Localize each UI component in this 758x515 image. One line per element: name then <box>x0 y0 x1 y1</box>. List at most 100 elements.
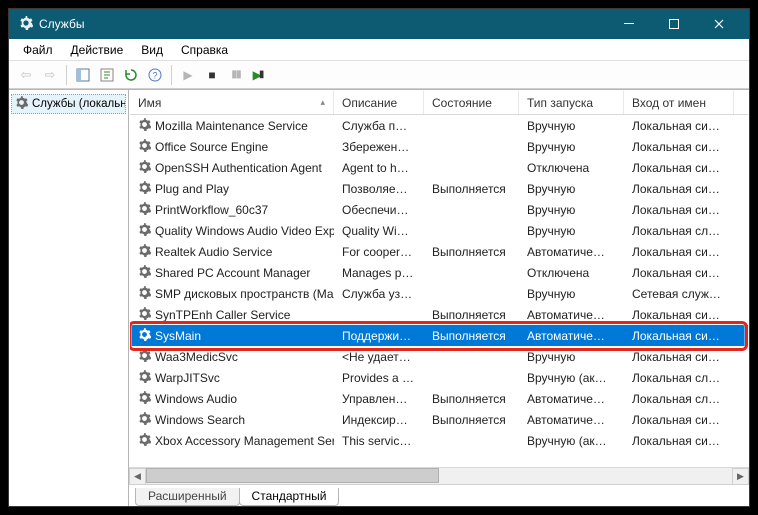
service-logon: Локальная сл… <box>624 371 734 385</box>
start-service-button[interactable]: ▶ <box>177 64 199 86</box>
service-row[interactable]: Plug and PlayПозволяе…ВыполняетсяВручную… <box>130 178 748 199</box>
service-logon: Локальная си… <box>624 350 734 364</box>
service-row[interactable]: Waa3MedicSvc <Не удает… ВручнуюЛокальная с… <box>130 346 748 367</box>
stop-service-button[interactable]: ■ <box>201 64 223 86</box>
show-hide-button[interactable] <box>72 64 94 86</box>
services-window: Службы Файл Действие Вид Справка ⇦ ⇨ ? ▶… <box>8 8 750 507</box>
sidebar: Службы (локальн <box>9 90 129 506</box>
service-name: Plug and Play <box>155 182 229 196</box>
restart-service-button[interactable]: ▶▮ <box>249 64 271 86</box>
service-description: Quality Wi… <box>334 224 424 238</box>
scroll-thumb[interactable] <box>146 468 439 483</box>
back-button[interactable]: ⇦ <box>15 64 37 86</box>
titlebar[interactable]: Службы <box>9 9 749 39</box>
column-logon[interactable]: Вход от имен <box>624 91 734 114</box>
service-row[interactable]: PrintWorkflow_60c37Обеспечи…ВручнуюЛокал… <box>130 199 748 220</box>
service-row[interactable]: Quality Windows Audio Video Experien…Qua… <box>130 220 748 241</box>
service-row[interactable]: OpenSSH Authentication AgentAgent to h…О… <box>130 157 748 178</box>
main-area: Службы (локальн Имя Описание Состояние Т… <box>9 89 749 506</box>
service-name: Windows Audio <box>155 392 237 406</box>
service-description: Служба п… <box>334 119 424 133</box>
forward-button[interactable]: ⇨ <box>39 64 61 86</box>
service-startup: Вручную <box>519 203 624 217</box>
column-state[interactable]: Состояние <box>424 91 519 114</box>
service-name: Waa3MedicSvc <box>155 350 238 364</box>
menu-action[interactable]: Действие <box>63 41 132 59</box>
service-name: Office Source Engine <box>155 140 268 154</box>
scroll-track[interactable] <box>146 468 732 485</box>
services-list: Имя Описание Состояние Тип запуска Вход … <box>130 91 748 466</box>
service-description: Збережен… <box>334 140 424 154</box>
menu-view[interactable]: Вид <box>133 41 171 59</box>
pause-service-button[interactable]: ▮▮ <box>225 64 247 86</box>
service-name: OpenSSH Authentication Agent <box>155 161 322 175</box>
service-startup: Вручную <box>519 350 624 364</box>
service-startup: Вручную <box>519 287 624 301</box>
service-row[interactable]: Windows AudioУправлен…ВыполняетсяАвтомат… <box>130 388 748 409</box>
service-startup: Вручную <box>519 182 624 196</box>
service-name: Quality Windows Audio Video Experien… <box>155 224 334 238</box>
sidebar-item-services-local[interactable]: Службы (локальн <box>11 94 126 114</box>
service-description: Обеспечи… <box>334 203 424 217</box>
service-description: Индексир… <box>334 413 424 427</box>
service-name: PrintWorkflow_60c37 <box>155 203 268 217</box>
service-row[interactable]: Windows SearchИндексир…ВыполняетсяАвтома… <box>130 409 748 430</box>
service-row[interactable]: Shared PC Account ManagerManages p…Отклю… <box>130 262 748 283</box>
service-logon: Сетевая служ… <box>624 287 734 301</box>
help-button[interactable]: ? <box>144 64 166 86</box>
gear-icon <box>138 286 151 302</box>
tab-extended[interactable]: Расширенный <box>135 488 240 506</box>
scroll-left-icon[interactable]: ◀ <box>129 468 146 485</box>
export-button[interactable] <box>96 64 118 86</box>
tab-standard[interactable]: Стандартный <box>239 488 340 506</box>
list-rows[interactable]: Mozilla Maintenance Service Служба п… Вруч… <box>130 115 748 466</box>
service-startup: Автоматиче… <box>519 245 624 259</box>
service-startup: Автоматиче… <box>519 413 624 427</box>
gear-icon <box>138 118 151 134</box>
service-logon: Локальная си… <box>624 161 734 175</box>
service-logon: Локальная си… <box>624 266 734 280</box>
column-description[interactable]: Описание <box>334 91 424 114</box>
gear-icon <box>138 307 151 323</box>
service-logon: Локальная си… <box>624 413 734 427</box>
gear-icon <box>138 433 151 449</box>
service-logon: Локальная си… <box>624 140 734 154</box>
gear-icon <box>138 265 151 281</box>
maximize-button[interactable] <box>651 9 696 39</box>
service-description: Управлен… <box>334 392 424 406</box>
service-logon: Локальная сл… <box>624 224 734 238</box>
service-logon: Локальная си… <box>624 245 734 259</box>
service-row[interactable]: Xbox Accessory Management ServiceThis se… <box>130 430 748 451</box>
service-name: Mozilla Maintenance Service <box>155 119 308 133</box>
refresh-button[interactable] <box>120 64 142 86</box>
list-header: Имя Описание Состояние Тип запуска Вход … <box>130 91 748 115</box>
service-state: Выполняется <box>424 329 519 343</box>
column-startup[interactable]: Тип запуска <box>519 91 624 114</box>
gear-icon <box>138 370 151 386</box>
menu-file[interactable]: Файл <box>15 41 61 59</box>
horizontal-scrollbar[interactable]: ◀ ▶ <box>129 467 749 484</box>
service-description: For cooper… <box>334 245 424 259</box>
menu-help[interactable]: Справка <box>173 41 236 59</box>
service-row[interactable]: SMP дисковых пространств (Майкро…Служба … <box>130 283 748 304</box>
service-row[interactable]: WarpJITSvcProvides a …Вручную (ак…Локаль… <box>130 367 748 388</box>
service-startup: Вручную <box>519 119 624 133</box>
service-startup: Отключена <box>519 266 624 280</box>
service-row[interactable]: SynTPEnh Caller ServiceВыполняетсяАвтома… <box>130 304 748 325</box>
close-button[interactable] <box>696 9 741 39</box>
service-state: Выполняется <box>424 413 519 427</box>
service-description: <Не удает… <box>334 350 424 364</box>
column-name[interactable]: Имя <box>130 91 334 114</box>
service-row[interactable]: Realtek Audio ServiceFor cooper…Выполняе… <box>130 241 748 262</box>
service-name: SysMain <box>155 329 201 343</box>
gear-icon <box>15 96 28 112</box>
service-logon: Локальная си… <box>624 308 734 322</box>
service-row[interactable]: Office Source EngineЗбережен…ВручнуюЛока… <box>130 136 748 157</box>
separator <box>171 65 172 85</box>
service-logon: Локальная си… <box>624 434 734 448</box>
service-row[interactable]: SysMainПоддержи…ВыполняетсяАвтоматиче…Ло… <box>130 325 748 346</box>
scroll-right-icon[interactable]: ▶ <box>732 468 749 485</box>
service-row[interactable]: Mozilla Maintenance Service Служба п… Вруч… <box>130 115 748 136</box>
service-name: Realtek Audio Service <box>155 245 272 259</box>
minimize-button[interactable] <box>606 9 651 39</box>
